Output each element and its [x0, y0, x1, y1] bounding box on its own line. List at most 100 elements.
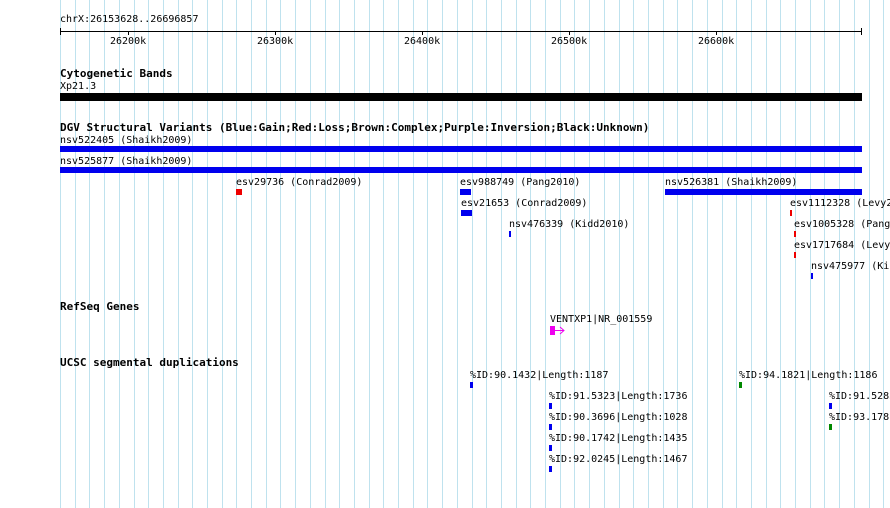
cytoband-label: Xp21.3: [60, 81, 97, 92]
dgv-feature-label: esv21653 (Conrad2009): [461, 198, 588, 209]
gridline: [854, 0, 855, 508]
ruler-tick: [716, 31, 717, 35]
segdup-feature-bar[interactable]: [470, 382, 473, 388]
dgv-feature-label: nsv475977 (Kic: [811, 261, 890, 272]
gridline: [619, 0, 620, 508]
dgv-feature-bar[interactable]: [794, 252, 796, 258]
ruler-tick-label: 26200k: [110, 36, 147, 47]
gridline: [633, 0, 634, 508]
gridline: [325, 0, 326, 508]
track-title-refseq: RefSeq Genes: [60, 300, 140, 313]
gridline: [398, 0, 399, 508]
dgv-feature-bar[interactable]: [236, 189, 242, 195]
gridline: [589, 0, 590, 508]
dgv-feature-label: esv1112328 (Levy2: [790, 198, 890, 209]
dgv-feature-bar[interactable]: [461, 210, 472, 216]
segdup-feature-label: %ID:91.5283: [829, 391, 890, 402]
segdup-feature-bar[interactable]: [549, 403, 552, 409]
segdup-feature-bar[interactable]: [739, 382, 742, 388]
region-label: chrX:26153628..26696857: [60, 14, 199, 25]
gridline: [516, 0, 517, 508]
gridline: [574, 0, 575, 508]
gridline: [413, 0, 414, 508]
gridline: [222, 0, 223, 508]
gridline: [810, 0, 811, 508]
gridline: [883, 0, 884, 508]
dgv-feature-bar[interactable]: [790, 210, 792, 216]
gridline: [295, 0, 296, 508]
gridline: [707, 0, 708, 508]
dgv-feature-bar[interactable]: [60, 146, 862, 152]
gridline: [472, 0, 473, 508]
ruler-tick: [128, 31, 129, 35]
ruler-tick-label: 26300k: [257, 36, 294, 47]
gridline: [751, 0, 752, 508]
gridline: [251, 0, 252, 508]
gridline: [310, 0, 311, 508]
segdup-feature-bar[interactable]: [829, 403, 832, 409]
segdup-feature-bar[interactable]: [549, 466, 552, 472]
gridline: [604, 0, 605, 508]
gridline: [442, 0, 443, 508]
cytoband-bar[interactable]: [60, 93, 862, 101]
dgv-feature-label: nsv525877 (Shaikh2009): [60, 156, 193, 167]
ruler-tick: [569, 31, 570, 35]
gridline: [501, 0, 502, 508]
segdup-feature-label: %ID:92.0245|Length:1467: [549, 454, 688, 465]
dgv-feature-label: nsv522405 (Shaikh2009): [60, 135, 193, 146]
segdup-feature-label: %ID:93.178: [829, 412, 890, 423]
segdup-feature-label: %ID:91.5323|Length:1736: [549, 391, 688, 402]
gridline: [824, 0, 825, 508]
dgv-feature-label: esv1717684 (Levy: [794, 240, 890, 251]
ruler-axis[interactable]: [60, 31, 862, 32]
ruler-tick: [275, 31, 276, 35]
segdup-feature-label: %ID:90.1742|Length:1435: [549, 433, 688, 444]
gridline: [457, 0, 458, 508]
gridline: [339, 0, 340, 508]
gridline: [530, 0, 531, 508]
ruler-end-tick: [60, 28, 61, 35]
gridline: [280, 0, 281, 508]
gridline: [427, 0, 428, 508]
gene-label: VENTXP1|NR_001559: [550, 314, 653, 325]
dgv-feature-bar[interactable]: [665, 189, 862, 195]
gridline: [486, 0, 487, 508]
gridline: [736, 0, 737, 508]
gridline: [266, 0, 267, 508]
segdup-feature-label: %ID:90.3696|Length:1028: [549, 412, 688, 423]
dgv-feature-bar[interactable]: [460, 189, 471, 195]
ruler-tick-label: 26400k: [404, 36, 441, 47]
gridline: [780, 0, 781, 508]
segdup-feature-bar[interactable]: [549, 424, 552, 430]
segdup-feature-bar[interactable]: [829, 424, 832, 430]
ruler-end-tick: [861, 28, 862, 35]
dgv-feature-bar[interactable]: [794, 231, 796, 237]
segdup-feature-label: %ID:90.1432|Length:1187: [470, 370, 609, 381]
strand-arrow-icon: [555, 326, 565, 335]
dgv-feature-label: nsv526381 (Shaikh2009): [665, 177, 798, 188]
gridline: [369, 0, 370, 508]
dgv-feature-bar[interactable]: [60, 167, 862, 173]
dgv-feature-label: esv29736 (Conrad2009): [236, 177, 363, 188]
gridline: [839, 0, 840, 508]
gridline: [383, 0, 384, 508]
gridline: [722, 0, 723, 508]
gridline: [692, 0, 693, 508]
track-title-cytobands: Cytogenetic Bands: [60, 67, 173, 80]
gridline: [545, 0, 546, 508]
gridline: [648, 0, 649, 508]
segdup-feature-bar[interactable]: [549, 445, 552, 451]
gridline: [354, 0, 355, 508]
gridline: [192, 0, 193, 508]
track-title-dgv: DGV Structural Variants (Blue:Gain;Red:L…: [60, 121, 650, 134]
gridline: [869, 0, 870, 508]
dgv-feature-bar[interactable]: [509, 231, 511, 237]
segdup-feature-label: %ID:94.1821|Length:1186: [739, 370, 878, 381]
gridline: [207, 0, 208, 508]
dgv-feature-bar[interactable]: [811, 273, 813, 279]
track-title-segdup: UCSC segmental duplications: [60, 356, 239, 369]
gridline: [560, 0, 561, 508]
gridline: [663, 0, 664, 508]
ruler-tick-label: 26600k: [698, 36, 735, 47]
gridline: [766, 0, 767, 508]
